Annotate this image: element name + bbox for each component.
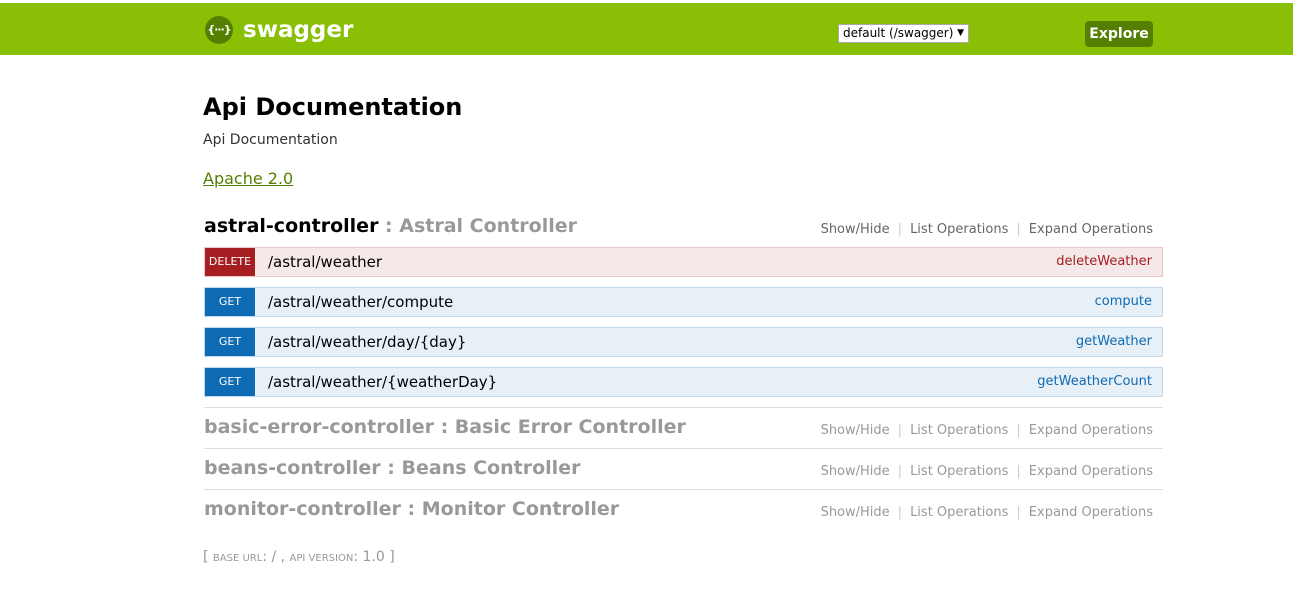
operation-delete-weather[interactable]: DELETE /astral/weather deleteWeather [204,247,1163,277]
list-operations-link[interactable]: List Operations [902,464,1016,479]
controller-description: Monitor Controller [421,498,620,520]
brand-name[interactable]: swagger [243,15,353,45]
section-divider [204,489,1163,490]
show-hide-link[interactable]: Show/Hide [813,505,898,520]
list-operations-link[interactable]: List Operations [902,423,1016,438]
operation-path[interactable]: /astral/weather/compute [268,288,453,316]
controller-description: Beans Controller [401,457,581,479]
section-divider [204,448,1163,449]
operation-nickname[interactable]: deleteWeather [1056,248,1152,276]
controller-tag[interactable]: basic-error-controller [204,416,434,438]
operation-path[interactable]: /astral/weather/{weatherDay} [268,368,497,396]
show-hide-link[interactable]: Show/Hide [813,222,898,237]
controller-tag[interactable]: astral-controller [204,215,378,237]
section-divider [204,407,1163,408]
api-footer: [ base url: / , api version: 1.0 ] [203,547,395,569]
controller-description: Astral Controller [399,215,577,237]
method-badge[interactable]: DELETE [205,248,255,276]
controller-actions: Show/Hide | List Operations | Expand Operati… [813,422,1153,440]
operation-path[interactable]: /astral/weather [268,248,382,276]
operation-get-weather-count[interactable]: GET /astral/weather/{weatherDay} getWeat… [204,367,1163,397]
expand-operations-link[interactable]: Expand Operations [1021,464,1153,479]
controller-actions: Show/Hide | List Operations | Expand Operati… [813,463,1153,481]
operation-nickname[interactable]: getWeather [1076,328,1152,356]
chevron-down-icon: ▼ [957,28,964,38]
list-operations-link[interactable]: List Operations [902,222,1016,237]
footer-bracket-open: [ [203,549,213,565]
controller-beans[interactable]: beans-controller : Beans Controller [204,456,580,480]
show-hide-link[interactable]: Show/Hide [813,464,898,479]
license-link[interactable]: Apache 2.0 [203,168,293,190]
controller-separator: : [378,215,400,237]
top-bar: {···} swagger default (/swagger) ▼ Explo… [0,3,1293,55]
controller-separator: : [380,457,402,479]
method-badge[interactable]: GET [205,368,255,396]
controller-astral[interactable]: astral-controller : Astral Controller [204,214,577,238]
show-hide-link[interactable]: Show/Hide [813,423,898,438]
operation-nickname[interactable]: compute [1095,288,1152,316]
swagger-logo-icon[interactable]: {···} [205,16,233,44]
controller-separator: : [433,416,455,438]
controller-tag[interactable]: beans-controller [204,457,381,479]
api-version-label: api version [289,553,354,564]
operation-nickname[interactable]: getWeatherCount [1037,368,1152,396]
operation-get-weather-day[interactable]: GET /astral/weather/day/{day} getWeather [204,327,1163,357]
controller-monitor[interactable]: monitor-controller : Monitor Controller [204,497,619,521]
expand-operations-link[interactable]: Expand Operations [1021,505,1153,520]
controller-actions: Show/Hide | List Operations | Expand Operati… [813,221,1153,239]
controller-basic-error[interactable]: basic-error-controller : Basic Error Con… [204,415,686,439]
controller-separator: : [400,498,422,520]
base-url-label: base url [212,553,263,564]
method-badge[interactable]: GET [205,288,255,316]
operation-path[interactable]: /astral/weather/day/{day} [268,328,466,356]
explore-button[interactable]: Explore [1085,21,1153,47]
method-badge[interactable]: GET [205,328,255,356]
base-url-value: : / , [262,549,290,565]
expand-operations-link[interactable]: Expand Operations [1021,423,1153,438]
list-operations-link[interactable]: List Operations [902,505,1016,520]
spec-select[interactable]: default (/swagger) ▼ [838,24,969,43]
controller-actions: Show/Hide | List Operations | Expand Operati… [813,504,1153,522]
expand-operations-link[interactable]: Expand Operations [1021,222,1153,237]
page-description: Api Documentation [203,132,338,148]
operation-get-compute[interactable]: GET /astral/weather/compute compute [204,287,1163,317]
page-title: Api Documentation [203,93,463,121]
controller-tag[interactable]: monitor-controller [204,498,401,520]
spec-select-value: default (/swagger) [843,26,954,40]
controller-description: Basic Error Controller [454,416,686,438]
api-version-value: : 1.0 ] [353,549,395,565]
